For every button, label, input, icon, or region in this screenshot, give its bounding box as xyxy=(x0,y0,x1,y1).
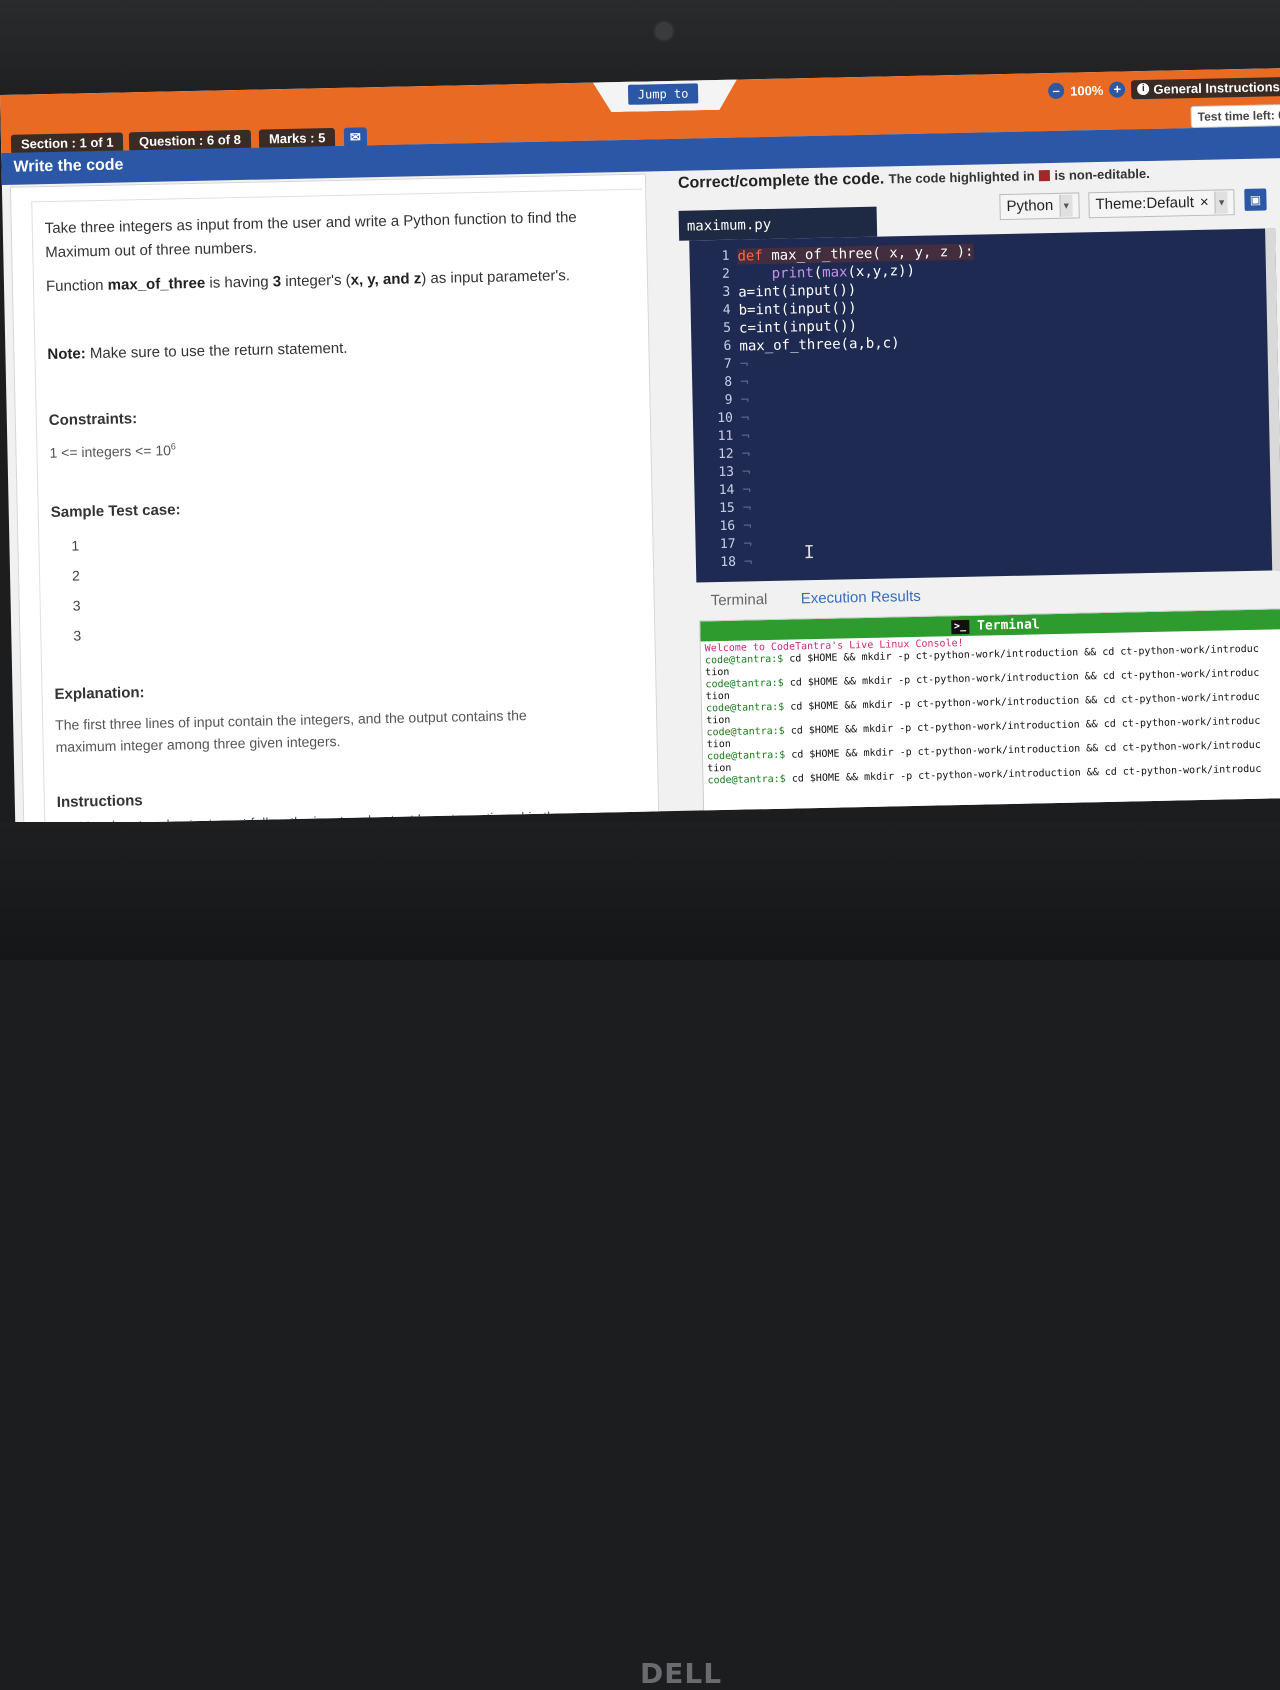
instructions-label: Instructions xyxy=(56,792,143,811)
line-number: 17 xyxy=(719,536,736,553)
line-number: 2 xyxy=(721,266,731,282)
line-number: 14 xyxy=(718,482,735,499)
jump-to-button[interactable]: Jump to xyxy=(627,83,699,105)
non-editable-swatch xyxy=(1038,170,1051,182)
zoom-level: 100% xyxy=(1069,82,1104,99)
theme-select[interactable]: Theme:Default × ▼ xyxy=(1088,189,1235,219)
terminal-icon: >_ xyxy=(950,619,970,635)
general-instructions-button[interactable]: i General Instructions xyxy=(1131,76,1280,99)
terminal-title: Terminal xyxy=(976,617,1040,634)
fn-pre: Function xyxy=(45,276,108,296)
language-select[interactable]: Python ▼ xyxy=(999,192,1080,221)
line-number: 7 xyxy=(723,356,732,372)
line-number: 4 xyxy=(722,302,731,318)
file-tab[interactable]: maximum.py xyxy=(678,206,878,241)
line-number: 9 xyxy=(724,392,733,408)
tab-execution-results[interactable]: Execution Results xyxy=(801,588,921,608)
line-number: 13 xyxy=(718,464,735,481)
constraints-label: Constraints: xyxy=(48,410,138,430)
keyword-def: def xyxy=(737,248,764,265)
line-number: 8 xyxy=(724,374,733,390)
fn-mid2: integer's ( xyxy=(280,271,351,291)
editor-title: Correct/complete the code. xyxy=(677,170,885,192)
terminal-title-wrap: >_ Terminal xyxy=(950,615,1040,637)
note-label: Note: xyxy=(47,345,86,364)
fn-name: max_of_three xyxy=(107,274,206,294)
theme-value: Theme:Default xyxy=(1095,194,1195,214)
line-numbers: 1 2 3 4 5 6 7 8 9 10 11 12 13 14 15 16 1… xyxy=(689,248,736,573)
chevron-down-icon: ▼ xyxy=(1059,194,1073,217)
explanation-text-2: maximum integer among three given intege… xyxy=(55,733,341,755)
question-text-1: Take three integers as input from the us… xyxy=(44,208,577,238)
brand-logo: DELL xyxy=(640,1657,723,1690)
terminal-panel[interactable]: >_ Terminal Welcome to CodeTantra's Live… xyxy=(699,608,1280,823)
line-number: 6 xyxy=(723,338,732,354)
sample-label: Sample Test case: xyxy=(50,501,181,522)
fn-mid1: is having xyxy=(205,273,273,292)
function-description: Function max_of_three is having 3 intege… xyxy=(46,265,570,298)
question-content: Take three integers as input from the us… xyxy=(31,188,656,825)
code-lines[interactable]: def max_of_three( x, y, z ): print(max(x… xyxy=(737,243,980,572)
terminal-prompt: code@tantra:$ xyxy=(705,701,785,715)
sample-line-2: 2 xyxy=(71,567,81,584)
zoom-in-icon[interactable]: + xyxy=(1109,81,1126,98)
builtin-print: print xyxy=(771,264,814,282)
line-number: 12 xyxy=(717,446,734,463)
fn-post: ) as input parameter's. xyxy=(421,267,571,288)
page-title: Write the code xyxy=(13,156,124,176)
line-number: 5 xyxy=(723,320,732,336)
args: (x,y,z)) xyxy=(847,262,916,281)
note-text: Make sure to use the return statement. xyxy=(85,339,348,363)
screen: Jump to Section : 1 of 1 Question : 6 of… xyxy=(0,67,1280,825)
terminal-output[interactable]: Welcome to CodeTantra's Live Linux Conso… xyxy=(701,629,1280,789)
chevron-down-icon: ▼ xyxy=(1214,191,1228,214)
line-number: 18 xyxy=(720,554,737,571)
terminal-prompt: code@tantra:$ xyxy=(707,773,786,787)
zoom-controls: – 100% + i General Instructions xyxy=(1047,76,1280,101)
editor-note-post: is non-editable. xyxy=(1054,165,1150,183)
info-icon: i xyxy=(1137,82,1150,96)
editor-scrollbar[interactable] xyxy=(1265,228,1280,571)
sample-line-1: 1 xyxy=(71,537,80,554)
general-instructions-label: General Instructions xyxy=(1153,78,1280,97)
line-number: 15 xyxy=(719,500,735,517)
fn-params: x, y, and z xyxy=(350,270,422,289)
line-number: 3 xyxy=(722,284,731,300)
line-number: 10 xyxy=(717,410,734,427)
zoom-out-icon[interactable]: – xyxy=(1047,82,1065,100)
webcam-icon xyxy=(653,20,675,42)
terminal-prompt: code@tantra:$ xyxy=(706,749,786,763)
line-number: 1 xyxy=(721,248,730,264)
terminal-prompt: code@tantra:$ xyxy=(705,677,784,691)
line-number: 16 xyxy=(719,518,736,535)
question-text-2: Maximum out of three numbers. xyxy=(45,239,258,262)
question-panel: Take three integers as input from the us… xyxy=(9,173,660,825)
note: Note: Make sure to use the return statem… xyxy=(47,338,348,366)
code-editor[interactable]: 1 2 3 4 5 6 7 8 9 10 11 12 13 14 15 16 1… xyxy=(689,228,1280,583)
constraints-exponent: 6 xyxy=(170,441,176,452)
clear-theme-icon[interactable]: × xyxy=(1200,191,1209,215)
constraints-value: 1 <= integers <= 10 xyxy=(49,442,172,461)
editor-note-pre: The code highlighted in xyxy=(888,168,1035,187)
save-icon[interactable]: ▣ xyxy=(1244,188,1267,211)
tab-terminal[interactable]: Terminal xyxy=(711,591,768,609)
time-left: Test time left: 0 xyxy=(1190,103,1280,129)
code-line-18: ¬ xyxy=(743,554,753,571)
text-cursor-icon: I xyxy=(803,542,815,564)
terminal-prompt: code@tantra:$ xyxy=(706,725,785,739)
sample-output: 3 xyxy=(73,627,82,644)
terminal-prompt: code@tantra:$ xyxy=(704,653,784,667)
sample-line-3: 3 xyxy=(72,597,81,614)
builtin-max: max xyxy=(822,264,848,281)
explanation-label: Explanation: xyxy=(54,684,145,703)
function-signature: max_of_three( x, y, z ): xyxy=(762,243,974,265)
laptop-bezel-bottom: DELL xyxy=(0,822,1280,1690)
constraints-text: 1 <= integers <= 106 xyxy=(49,435,176,463)
language-value: Python xyxy=(1006,196,1054,215)
line-number: 11 xyxy=(717,428,734,445)
